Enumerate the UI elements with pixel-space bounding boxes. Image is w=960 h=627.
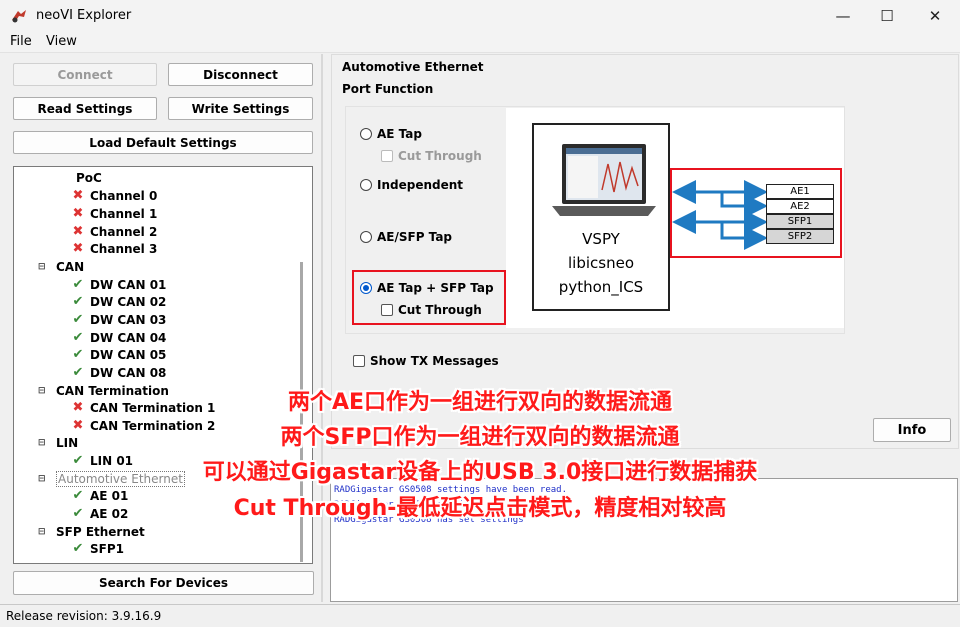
tree-item-channel1[interactable]: ✖ Channel 1 <box>70 205 158 222</box>
close-button[interactable]: ✕ <box>912 0 958 32</box>
app-logo-icon <box>12 10 26 23</box>
checkbox-icon[interactable] <box>381 150 393 162</box>
maximize-button[interactable]: ☐ <box>864 0 910 32</box>
checkbox-label: Cut Through <box>398 303 482 317</box>
check-icon: ✔ <box>72 365 84 380</box>
tree-item-channel2[interactable]: ✖ Channel 2 <box>70 223 158 240</box>
disconnect-button[interactable]: Disconnect <box>168 63 313 86</box>
minus-box-icon[interactable]: ⊟ <box>38 527 48 537</box>
tree-item-channel3[interactable]: ✖ Channel 3 <box>70 240 158 257</box>
check-icon: ✔ <box>72 312 84 327</box>
tree-item-dwcan05[interactable]: ✔ DW CAN 05 <box>70 346 167 363</box>
checkbox-icon[interactable] <box>353 355 365 367</box>
radio-ae-tap-sfp-tap[interactable]: AE Tap + SFP Tap <box>360 281 494 295</box>
radio-icon[interactable] <box>360 128 372 140</box>
software-label-python-ics: python_ICS <box>558 278 644 296</box>
tree-label: DW CAN 01 <box>90 277 167 292</box>
radio-icon[interactable] <box>360 179 372 191</box>
tree-item-dwcan08[interactable]: ✔ DW CAN 08 <box>70 364 167 381</box>
load-default-settings-button[interactable]: Load Default Settings <box>13 131 313 154</box>
check-icon: ✔ <box>72 330 84 345</box>
checkbox-cut-through-1[interactable]: Cut Through <box>381 149 482 163</box>
checkbox-label: Cut Through <box>398 149 482 163</box>
radio-independent[interactable]: Independent <box>360 178 463 192</box>
checkbox-show-tx-messages[interactable]: Show TX Messages <box>353 354 499 368</box>
release-revision: Release revision: 3.9.16.9 <box>6 609 162 623</box>
connect-button[interactable]: Connect <box>13 63 157 86</box>
check-icon: ✔ <box>72 541 84 556</box>
tree-label: SFP1 <box>90 541 124 556</box>
port-sfp2: SFP2 <box>766 229 834 244</box>
port-sfp1: SFP1 <box>766 214 834 229</box>
checkbox-icon[interactable] <box>381 304 393 316</box>
status-bar: Release revision: 3.9.16.9 <box>0 604 960 627</box>
minus-box-icon[interactable]: ⊟ <box>38 262 48 272</box>
title-bar <box>0 0 960 32</box>
x-icon: ✖ <box>72 188 84 203</box>
radio-ae-sfp-tap[interactable]: AE/SFP Tap <box>360 230 452 244</box>
tap-diagram: VSPY libicsneo python_ICS AE1 AE2 SFP1 S… <box>506 108 844 328</box>
write-settings-button[interactable]: Write Settings <box>168 97 313 120</box>
tree-label: DW CAN 05 <box>90 347 167 362</box>
software-label-libicsneo: libicsneo <box>568 254 634 272</box>
radio-ae-tap[interactable]: AE Tap <box>360 127 422 141</box>
port-ae2: AE2 <box>766 199 834 214</box>
tree-item-poc[interactable]: PoC <box>76 169 102 186</box>
search-for-devices-button[interactable]: Search For Devices <box>13 571 314 595</box>
radio-label: AE Tap <box>377 127 422 141</box>
software-label-vspy: VSPY <box>582 230 620 248</box>
tree-group-can[interactable]: ⊟ CAN <box>38 258 84 275</box>
check-icon: ✔ <box>72 294 84 309</box>
x-icon: ✖ <box>72 206 84 221</box>
menu-bar <box>0 32 960 53</box>
tree-label: Channel 2 <box>90 224 158 239</box>
minimize-button[interactable]: — <box>820 0 866 32</box>
read-settings-button[interactable]: Read Settings <box>13 97 157 120</box>
radio-icon[interactable] <box>360 231 372 243</box>
tree-label: DW CAN 03 <box>90 312 167 327</box>
annotation-line-2: 两个SFP口作为一组进行双向的数据流通 <box>280 425 680 450</box>
tree-item-dwcan01[interactable]: ✔ DW CAN 01 <box>70 276 167 293</box>
tree-label: SFP Ethernet <box>56 524 145 539</box>
radio-label: AE Tap + SFP Tap <box>377 281 494 295</box>
x-icon: ✖ <box>72 241 84 256</box>
check-icon: ✔ <box>72 277 84 292</box>
tree-label: Channel 1 <box>90 206 158 221</box>
radio-label: AE/SFP Tap <box>377 230 453 244</box>
radio-label: Independent <box>377 178 464 192</box>
tree-label: CAN <box>56 259 85 274</box>
tree-item-dwcan02[interactable]: ✔ DW CAN 02 <box>70 293 167 310</box>
tree-group-sfp-ethernet[interactable]: ⊟ SFP Ethernet <box>38 523 145 540</box>
tree-label: PoC <box>76 170 102 185</box>
tree-label: DW CAN 02 <box>90 294 167 309</box>
check-icon: ✔ <box>72 347 84 362</box>
tree-label: Channel 0 <box>90 188 158 203</box>
menu-file[interactable]: File <box>10 34 32 49</box>
menu-view[interactable]: View <box>46 34 77 49</box>
x-icon: ✖ <box>72 224 84 239</box>
checkbox-label: Show TX Messages <box>370 354 499 368</box>
checkbox-cut-through-2[interactable]: Cut Through <box>381 303 482 317</box>
annotation-line-1: 两个AE口作为一组进行双向的数据流通 <box>287 390 673 415</box>
tree-item-sfp1[interactable]: ✔ SFP1 <box>70 540 124 557</box>
tree-label: DW CAN 08 <box>90 365 167 380</box>
tree-item-channel0[interactable]: ✖ Channel 0 <box>70 187 158 204</box>
window-title: neoVI Explorer <box>36 8 132 23</box>
radio-selected-icon[interactable] <box>360 282 372 294</box>
tree-label: Channel 3 <box>90 241 158 256</box>
group-title: Automotive Ethernet <box>342 60 484 74</box>
annotation-line-3: 可以通过Gigastar设备上的USB 3.0接口进行数据捕获 <box>202 460 758 485</box>
laptop-icon <box>552 144 656 216</box>
tree-item-dwcan03[interactable]: ✔ DW CAN 03 <box>70 311 167 328</box>
annotation-line-4: Cut Through-最低延迟点击模式，精度相对较高 <box>233 496 727 521</box>
tree-item-dwcan04[interactable]: ✔ DW CAN 04 <box>70 329 167 346</box>
port-function-label: Port Function <box>342 82 434 96</box>
port-ae1: AE1 <box>766 184 834 199</box>
tree-label: DW CAN 04 <box>90 330 167 345</box>
